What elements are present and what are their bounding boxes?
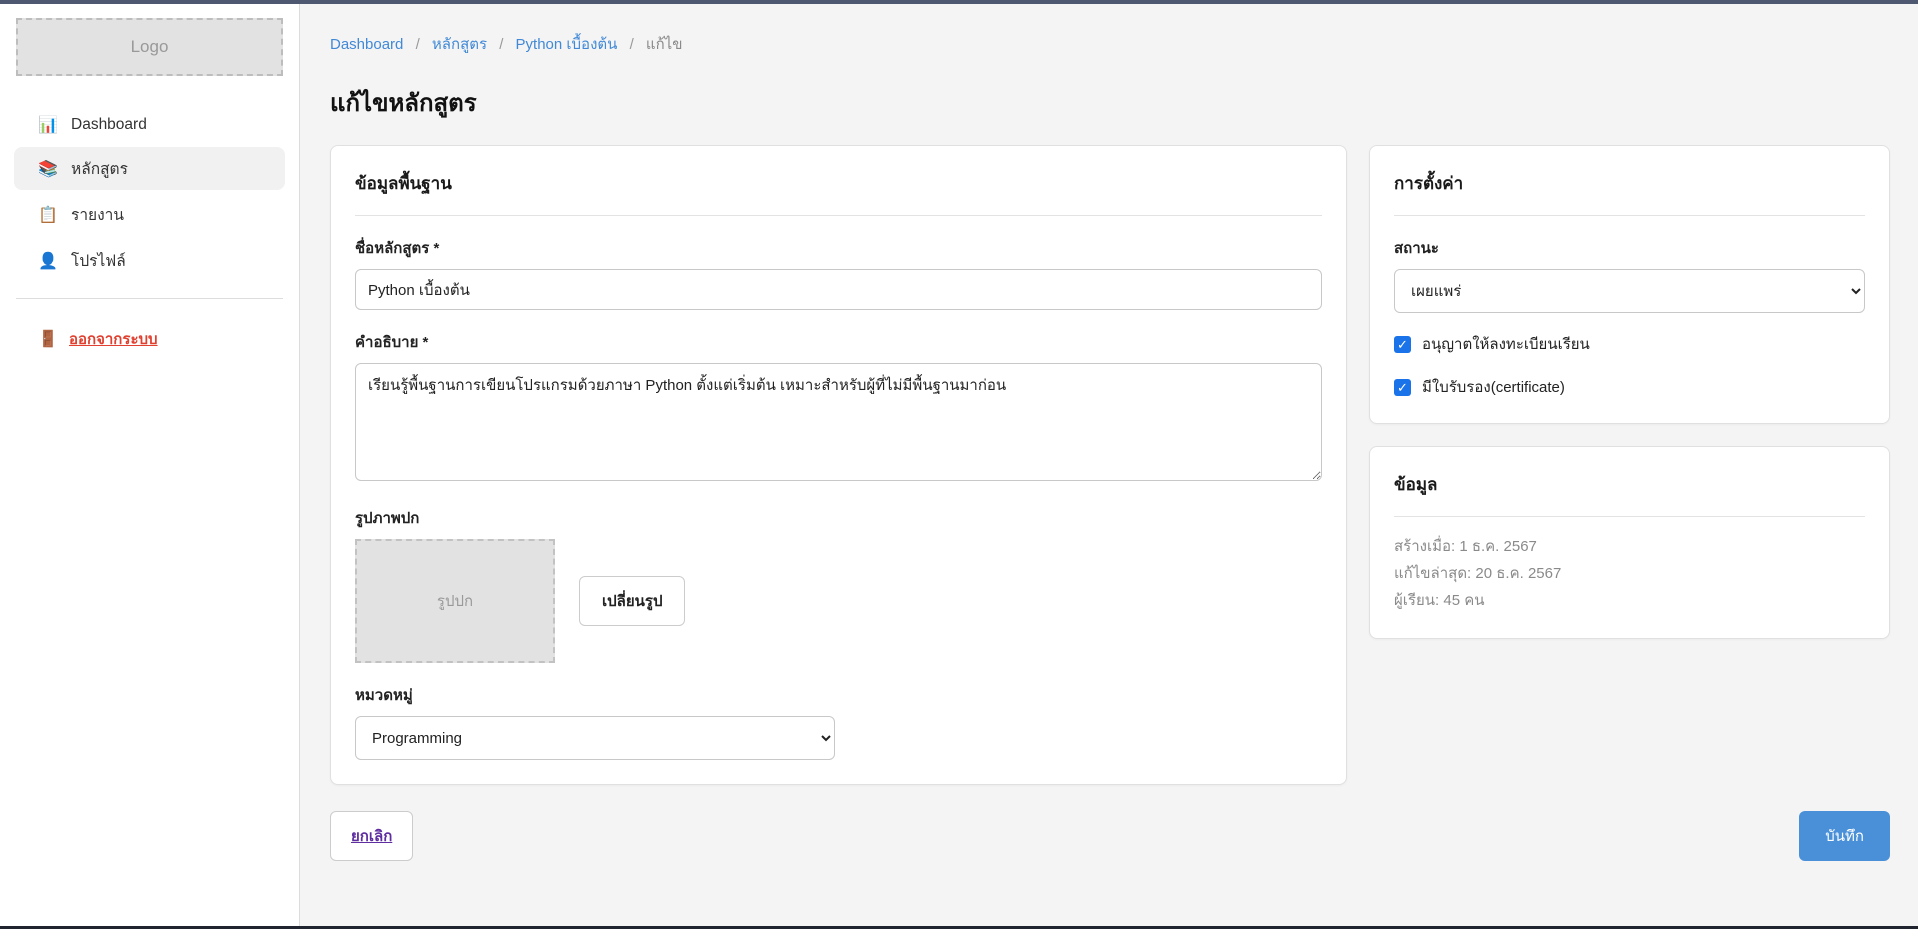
main-content: Dashboard / หลักสูตร / Python เบื้องต้น … xyxy=(300,4,1918,926)
cancel-button[interactable]: ยกเลิก xyxy=(330,811,413,861)
books-icon: 📚 xyxy=(38,159,58,179)
person-icon: 👤 xyxy=(38,251,58,271)
cover-placeholder-text: รูปปก xyxy=(437,589,473,613)
logout-label: ออกจากระบบ xyxy=(69,327,158,351)
allow-enrollment-label: อนุญาตให้ลงทะเบียนเรียน xyxy=(1422,332,1590,356)
category-select[interactable]: Programming xyxy=(355,716,835,760)
description-textarea[interactable]: เรียนรู้พื้นฐานการเขียนโปรแกรมด้วยภาษา P… xyxy=(355,363,1322,481)
learner-count-text: ผู้เรียน: 45 คน xyxy=(1394,587,1865,614)
info-card-title: ข้อมูล xyxy=(1394,471,1865,498)
created-date-text: สร้างเมื่อ: 1 ธ.ค. 2567 xyxy=(1394,533,1865,560)
course-name-label: ชื่อหลักสูตร * xyxy=(355,236,1322,260)
certificate-row: ✓ มีใบรับรอง(certificate) xyxy=(1394,375,1865,399)
door-icon: 🚪 xyxy=(38,329,58,349)
course-name-input[interactable] xyxy=(355,269,1322,310)
allow-enrollment-checkbox[interactable]: ✓ xyxy=(1394,336,1411,353)
info-lines: สร้างเมื่อ: 1 ธ.ค. 2567 แก้ไขล่าสุด: 20 … xyxy=(1394,533,1865,614)
settings-card: การตั้งค่า สถานะ เผยแพร่ ✓ อนุญาตให้ลงทะ… xyxy=(1369,145,1890,424)
card-divider xyxy=(1394,516,1865,517)
change-image-button[interactable]: เปลี่ยนรูป xyxy=(579,576,685,626)
right-column: การตั้งค่า สถานะ เผยแพร่ ✓ อนุญาตให้ลงทะ… xyxy=(1369,145,1890,639)
breadcrumb-current: แก้ไข xyxy=(646,36,683,53)
sidebar-item-label: รายงาน xyxy=(71,202,124,227)
page-title: แก้ไขหลักสูตร xyxy=(330,83,1890,122)
breadcrumb-separator: / xyxy=(499,36,503,53)
breadcrumb-link-courses[interactable]: หลักสูตร xyxy=(432,36,487,53)
last-edited-text: แก้ไขล่าสุด: 20 ธ.ค. 2567 xyxy=(1394,560,1865,587)
allow-enrollment-row: ✓ อนุญาตให้ลงทะเบียนเรียน xyxy=(1394,332,1865,356)
clipboard-icon: 📋 xyxy=(38,205,58,225)
sidebar-divider xyxy=(16,298,283,299)
card-divider xyxy=(1394,215,1865,216)
basic-info-card-title: ข้อมูลพื้นฐาน xyxy=(355,170,1322,197)
card-divider xyxy=(355,215,1322,216)
status-select[interactable]: เผยแพร่ xyxy=(1394,269,1865,313)
sidebar-item-label: Dashboard xyxy=(71,116,147,134)
cover-image-row: รูปปก เปลี่ยนรูป xyxy=(355,539,1322,663)
breadcrumb-link-dashboard[interactable]: Dashboard xyxy=(330,36,403,53)
settings-card-title: การตั้งค่า xyxy=(1394,170,1865,197)
app-frame: Logo 📊 Dashboard 📚 หลักสูตร 📋 รายงาน 👤 โ… xyxy=(0,4,1918,926)
sidebar-item-courses[interactable]: 📚 หลักสูตร xyxy=(14,147,285,190)
status-label: สถานะ xyxy=(1394,236,1865,260)
info-card: ข้อมูล สร้างเมื่อ: 1 ธ.ค. 2567 แก้ไขล่าส… xyxy=(1369,446,1890,639)
breadcrumb-separator: / xyxy=(416,36,420,53)
breadcrumb-separator: / xyxy=(630,36,634,53)
certificate-checkbox[interactable]: ✓ xyxy=(1394,379,1411,396)
cover-image-placeholder: รูปปก xyxy=(355,539,555,663)
sidebar-item-profile[interactable]: 👤 โปรไฟล์ xyxy=(14,239,285,282)
breadcrumb: Dashboard / หลักสูตร / Python เบื้องต้น … xyxy=(330,4,1890,56)
sidebar-nav: 📊 Dashboard 📚 หลักสูตร 📋 รายงาน 👤 โปรไฟล… xyxy=(0,106,299,282)
sidebar: Logo 📊 Dashboard 📚 หลักสูตร 📋 รายงาน 👤 โ… xyxy=(0,4,300,926)
content-grid: ข้อมูลพื้นฐาน ชื่อหลักสูตร * คำอธิบาย * … xyxy=(330,145,1890,785)
certificate-label: มีใบรับรอง(certificate) xyxy=(1422,375,1565,399)
save-button[interactable]: บันทึก xyxy=(1799,811,1890,861)
footer-actions: ยกเลิก บันทึก xyxy=(330,811,1890,861)
cancel-button-label: ยกเลิก xyxy=(351,828,392,845)
basic-info-card: ข้อมูลพื้นฐาน ชื่อหลักสูตร * คำอธิบาย * … xyxy=(330,145,1347,785)
logout-link[interactable]: 🚪 ออกจากระบบ xyxy=(14,321,285,357)
sidebar-item-label: หลักสูตร xyxy=(71,156,128,181)
logo-placeholder: Logo xyxy=(16,18,283,76)
sidebar-item-reports[interactable]: 📋 รายงาน xyxy=(14,193,285,236)
breadcrumb-link-course[interactable]: Python เบื้องต้น xyxy=(516,36,618,53)
cover-image-label: รูปภาพปก xyxy=(355,506,1322,530)
bar-chart-icon: 📊 xyxy=(38,115,58,135)
logo-text: Logo xyxy=(131,37,169,57)
category-label: หมวดหมู่ xyxy=(355,683,1322,707)
description-label: คำอธิบาย * xyxy=(355,330,1322,354)
sidebar-item-label: โปรไฟล์ xyxy=(71,248,126,273)
sidebar-item-dashboard[interactable]: 📊 Dashboard xyxy=(14,106,285,144)
